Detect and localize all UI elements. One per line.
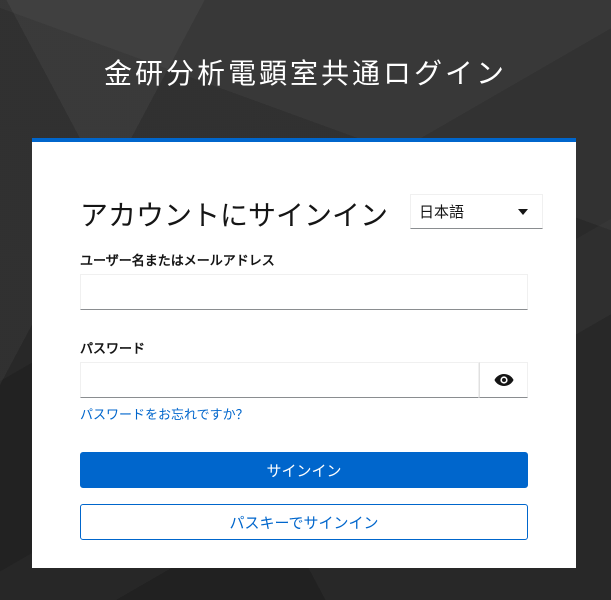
login-card: アカウントにサインイン 日本語 ユーザー名またはメールアドレス パスワード パス… xyxy=(32,138,576,568)
username-input[interactable] xyxy=(80,274,528,310)
forgot-password-link[interactable]: パスワードをお忘れですか？ xyxy=(80,404,249,423)
username-label: ユーザー名またはメールアドレス xyxy=(80,254,275,269)
page-title: 金研分析電顕室共通ログイン xyxy=(103,57,507,90)
password-label: パスワード xyxy=(80,342,146,357)
password-input[interactable] xyxy=(80,362,479,398)
show-password-button[interactable] xyxy=(479,362,528,398)
password-field-group xyxy=(80,362,528,398)
eye-icon xyxy=(494,374,513,386)
sign-in-button[interactable]: サインイン xyxy=(80,452,528,488)
passkey-sign-in-button[interactable]: パスキーでサインイン xyxy=(80,504,528,540)
language-select[interactable]: 日本語 xyxy=(410,194,543,229)
login-heading: アカウントにサインイン xyxy=(80,199,389,232)
language-selected-value: 日本語 xyxy=(419,203,465,221)
chevron-down-icon xyxy=(518,208,528,215)
